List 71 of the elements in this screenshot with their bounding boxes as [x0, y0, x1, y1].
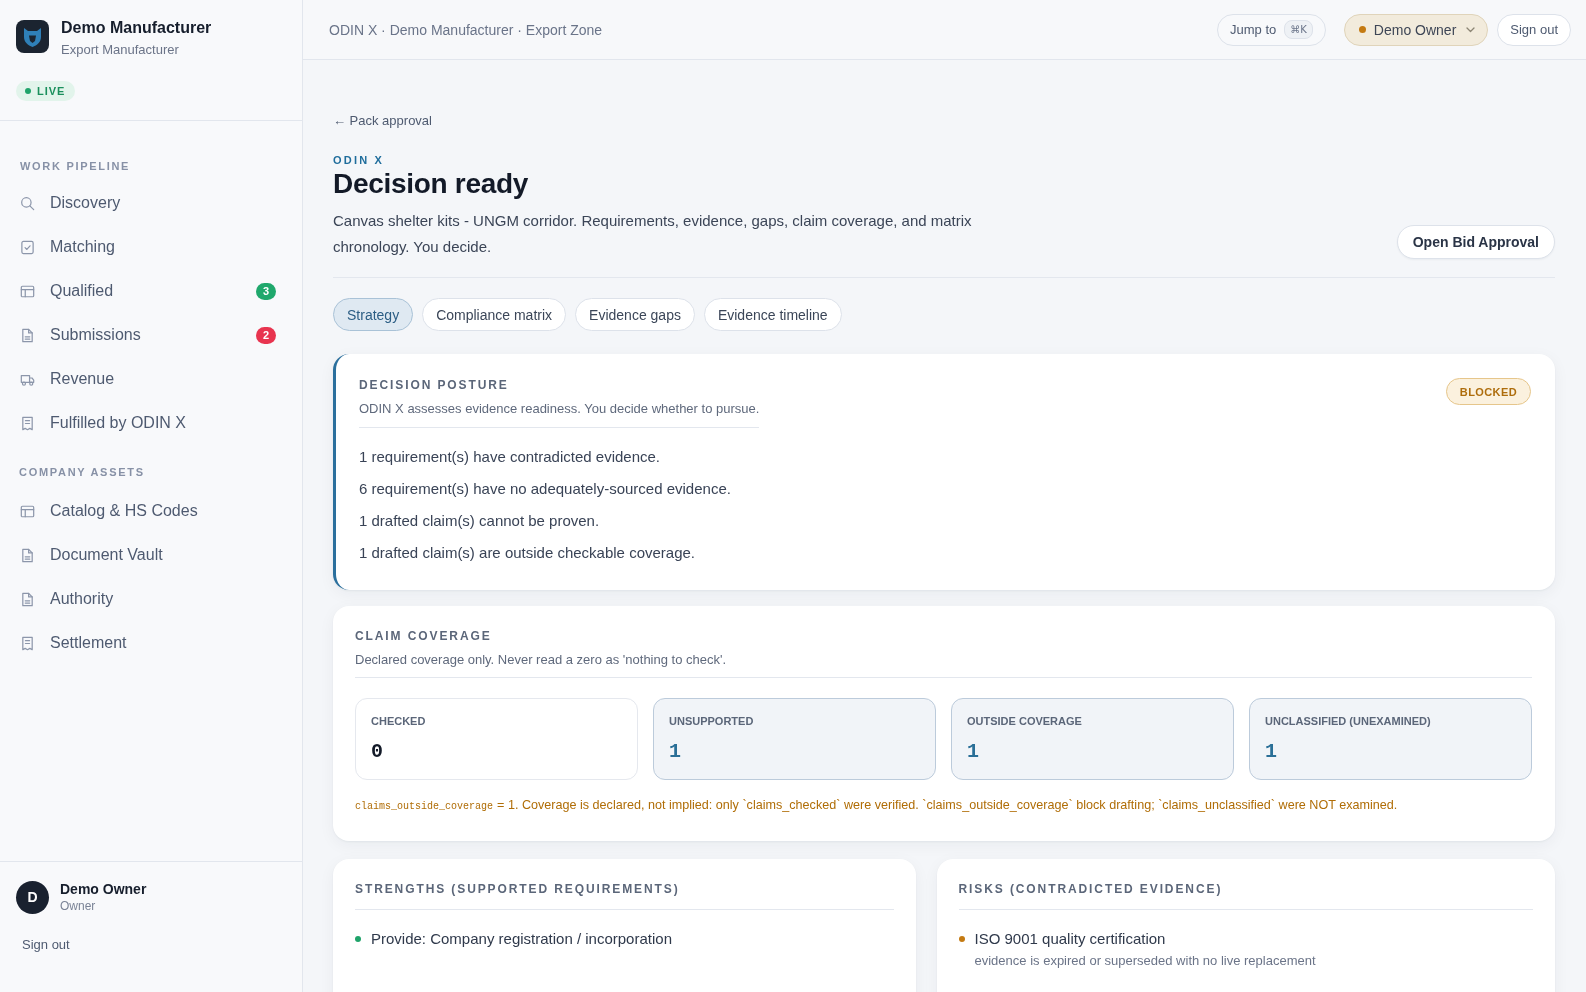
card-heading: RISKS (CONTRADICTED EVIDENCE) — [958, 881, 1223, 897]
count-badge: 3 — [256, 282, 276, 300]
eyebrow-label: ODIN X — [333, 153, 385, 167]
card-heading: DECISION POSTURE — [359, 377, 510, 393]
tab[interactable]: Evidence timeline — [703, 298, 842, 331]
stat-label: UNCLASSIFIED (UNEXAMINED) — [1265, 714, 1431, 729]
layout-icon — [20, 503, 35, 519]
page-description: Canvas shelter kits - UNGM corridor. Requirements, evidence, gaps, claim coverage, and matrix chronology. You decide. — [333, 211, 973, 257]
user-menu-button[interactable]: Demo Owner — [1343, 13, 1489, 46]
item-title: ISO 9001 quality certification — [974, 929, 1167, 949]
nav-item[interactable]: Matching — [0, 225, 276, 269]
user-role: Owner — [60, 898, 97, 914]
open-bid-approval-button[interactable]: Open Bid Approval — [1396, 225, 1555, 259]
tab[interactable]: Compliance matrix — [422, 298, 567, 331]
shortcut-key: ⌘K — [1284, 20, 1313, 39]
page-title: Decision ready — [333, 167, 528, 201]
search-icon — [20, 195, 35, 211]
nav-item[interactable]: Revenue — [0, 357, 276, 401]
status-label: LIVE — [37, 85, 66, 97]
stat-label: CHECKED — [371, 714, 426, 729]
finding-text: 1 drafted claim(s) are outside checkable coverage. — [359, 543, 695, 563]
card-heading: CLAIM COVERAGE — [355, 628, 493, 644]
status-badge: BLOCKED — [1445, 378, 1531, 405]
organization-name: Demo Manufacturer — [61, 18, 212, 38]
user-name: Demo Owner — [60, 880, 147, 898]
nav-section-heading: COMPANY ASSETS — [19, 465, 145, 479]
status-dot-icon — [25, 88, 31, 94]
jump-to-button[interactable]: Jump to ⌘K — [1217, 13, 1326, 46]
coverage-note: claims_outside_coverage = 1. Coverage is declared, not implied: only `claims_checked` were verified. `claims_outside_coverage` block drafting; `claims_unclassified` were NOT examined. — [355, 797, 1399, 814]
receipt-icon — [20, 635, 35, 651]
stat-value: 1 — [1265, 740, 1277, 764]
nav-item[interactable]: Fulfilled by ODIN X — [0, 401, 276, 445]
document-icon — [20, 591, 35, 607]
checked-square-icon — [20, 239, 35, 255]
nav-item[interactable]: Discovery — [0, 181, 276, 225]
finding-text: 6 requirement(s) have no adequately-sourced evidence. — [359, 479, 731, 499]
item-title: Provide: Company registration / incorporation — [371, 929, 672, 949]
finding-text: 1 requirement(s) have contradicted evidence. — [359, 447, 660, 467]
card-subtitle: ODIN X assesses evidence readiness. You decide whether to pursue. — [359, 400, 760, 418]
stat-value: 0 — [371, 740, 383, 764]
breadcrumb: ODIN X · Demo Manufacturer · Export Zone — [329, 21, 604, 38]
chevron-down-icon — [1466, 26, 1476, 33]
tab[interactable]: Strategy — [333, 298, 414, 331]
nav-item[interactable]: Qualified 3 — [0, 269, 276, 313]
sign-out-button[interactable]: Sign out — [1497, 13, 1571, 46]
sign-out-link[interactable]: Sign out — [22, 936, 70, 954]
item-detail: evidence is expired or superseded with no live replacement — [974, 952, 1316, 970]
back-link[interactable]: ← Pack approval — [333, 112, 432, 130]
receipt-icon — [20, 415, 35, 431]
status-dot-icon — [1358, 26, 1366, 33]
nav-section-heading: WORK PIPELINE — [20, 159, 131, 173]
tab[interactable]: Evidence gaps — [575, 298, 695, 331]
shield-logo-icon — [16, 20, 49, 53]
document-icon — [20, 327, 35, 343]
card-heading: STRENGTHS (SUPPORTED REQUIREMENTS) — [355, 881, 680, 897]
nav-item[interactable]: Document Vault — [0, 533, 276, 577]
card-subtitle: Declared coverage only. Never read a zero as 'nothing to check'. — [355, 651, 728, 669]
organization-subtitle: Export Manufacturer — [61, 41, 180, 59]
user-avatar: D — [16, 880, 49, 914]
nav-item[interactable]: Settlement — [0, 621, 276, 665]
nav-item[interactable]: Authority — [0, 577, 276, 621]
count-badge: 2 — [256, 326, 276, 344]
stat-value: 1 — [669, 740, 681, 764]
nav-item[interactable]: Catalog & HS Codes — [0, 489, 276, 533]
stat-label: OUTSIDE COVERAGE — [967, 714, 1082, 729]
stat-label: UNSUPPORTED — [669, 714, 754, 729]
stat-value: 1 — [967, 740, 979, 764]
layout-icon — [20, 283, 35, 299]
nav-item[interactable]: Submissions 2 — [0, 313, 276, 357]
document-icon — [20, 547, 35, 563]
finding-text: 1 drafted claim(s) cannot be proven. — [359, 511, 600, 531]
